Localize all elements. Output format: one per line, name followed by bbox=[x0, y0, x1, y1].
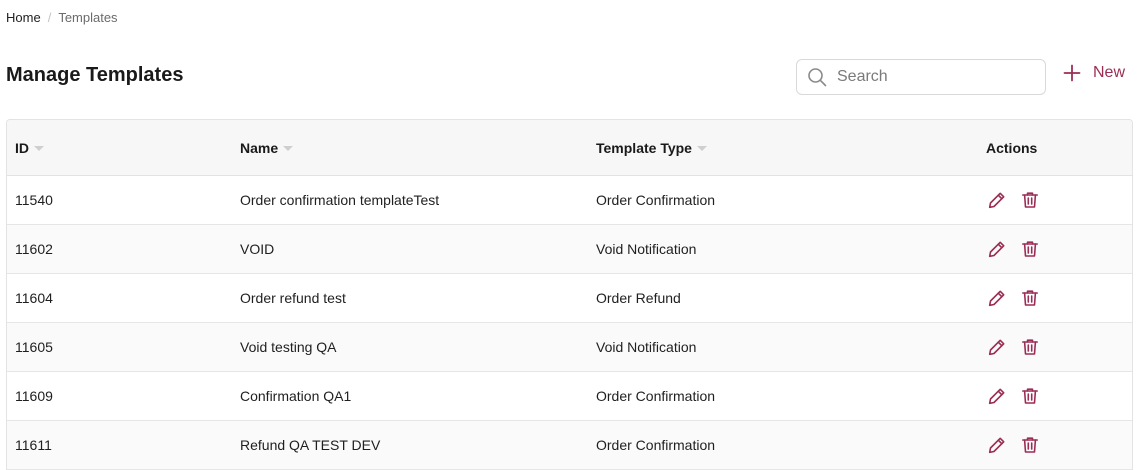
column-header-template-type[interactable]: Template Type bbox=[596, 140, 977, 156]
plus-icon bbox=[1063, 64, 1081, 82]
cell-actions bbox=[977, 289, 1132, 307]
cell-template-type: Order Refund bbox=[596, 290, 681, 306]
search-input[interactable] bbox=[837, 68, 1027, 86]
breadcrumb-separator: / bbox=[47, 10, 52, 25]
breadcrumb: Home / Templates bbox=[6, 10, 118, 25]
search-icon bbox=[807, 67, 827, 87]
delete-icon[interactable] bbox=[1021, 289, 1039, 307]
table-row: 11604 Order refund test Order Refund bbox=[7, 274, 1132, 323]
cell-name: VOID bbox=[240, 241, 275, 257]
cell-actions bbox=[977, 338, 1132, 356]
cell-actions bbox=[977, 436, 1132, 454]
breadcrumb-home-link[interactable]: Home bbox=[6, 10, 41, 25]
cell-name: Refund QA TEST DEV bbox=[240, 437, 381, 453]
table-row: 11540 Order confirmation templateTest Orde… bbox=[7, 176, 1132, 225]
cell-name: Order confirmation templateTest bbox=[240, 192, 440, 208]
sort-caret-icon[interactable] bbox=[34, 146, 44, 152]
cell-actions bbox=[977, 387, 1132, 405]
cell-id: 11602 bbox=[15, 241, 53, 257]
table-row: 11602 VOID Void Notification bbox=[7, 225, 1132, 274]
cell-id: 11604 bbox=[15, 290, 53, 306]
edit-icon[interactable] bbox=[988, 338, 1006, 356]
cell-name: Order refund test bbox=[240, 290, 346, 306]
page-title: Manage Templates bbox=[6, 64, 184, 86]
table-row: 11605 Void testing QA Void Notification bbox=[7, 323, 1132, 372]
cell-name: Confirmation QA1 bbox=[240, 388, 352, 404]
new-template-button[interactable]: New bbox=[1063, 64, 1125, 82]
new-button-label: New bbox=[1093, 64, 1126, 81]
edit-icon[interactable] bbox=[988, 289, 1006, 307]
cell-actions bbox=[977, 240, 1132, 258]
cell-id: 11540 bbox=[15, 192, 53, 208]
table-body: 11540 Order confirmation templateTest Orde… bbox=[7, 176, 1132, 470]
cell-id: 11609 bbox=[15, 388, 53, 404]
sort-caret-icon[interactable] bbox=[696, 146, 707, 152]
table-header: ID Name Template Type Actions bbox=[7, 120, 1132, 176]
delete-icon[interactable] bbox=[1021, 387, 1039, 405]
column-header-id[interactable]: ID bbox=[7, 140, 240, 156]
cell-template-type: Void Notification bbox=[596, 241, 697, 257]
delete-icon[interactable] bbox=[1021, 338, 1039, 356]
cell-template-type: Order Confirmation bbox=[596, 388, 716, 404]
edit-icon[interactable] bbox=[988, 387, 1006, 405]
delete-icon[interactable] bbox=[1021, 436, 1039, 454]
cell-id: 11605 bbox=[15, 339, 53, 355]
sort-caret-icon[interactable] bbox=[283, 146, 294, 152]
cell-template-type: Order Confirmation bbox=[596, 192, 716, 208]
column-header-actions: Actions bbox=[986, 139, 1038, 156]
delete-icon[interactable] bbox=[1021, 191, 1039, 209]
cell-actions bbox=[977, 191, 1132, 209]
cell-id: 11611 bbox=[15, 437, 52, 453]
breadcrumb-current: Templates bbox=[58, 10, 118, 25]
delete-icon[interactable] bbox=[1021, 240, 1039, 258]
templates-table: ID Name Template Type Actions 11540 Order… bbox=[6, 119, 1133, 470]
edit-icon[interactable] bbox=[988, 191, 1006, 209]
edit-icon[interactable] bbox=[988, 436, 1006, 454]
table-row: 11609 Confirmation QA1 Order Confirmation bbox=[7, 372, 1132, 421]
cell-name: Void testing QA bbox=[240, 339, 337, 355]
column-header-name[interactable]: Name bbox=[240, 140, 596, 156]
search-box bbox=[796, 59, 1046, 95]
table-row: 11611 Refund QA TEST DEV Order Confirmatio… bbox=[7, 421, 1132, 470]
cell-template-type: Order Confirmation bbox=[596, 437, 716, 453]
edit-icon[interactable] bbox=[988, 240, 1006, 258]
cell-template-type: Void Notification bbox=[596, 339, 697, 355]
